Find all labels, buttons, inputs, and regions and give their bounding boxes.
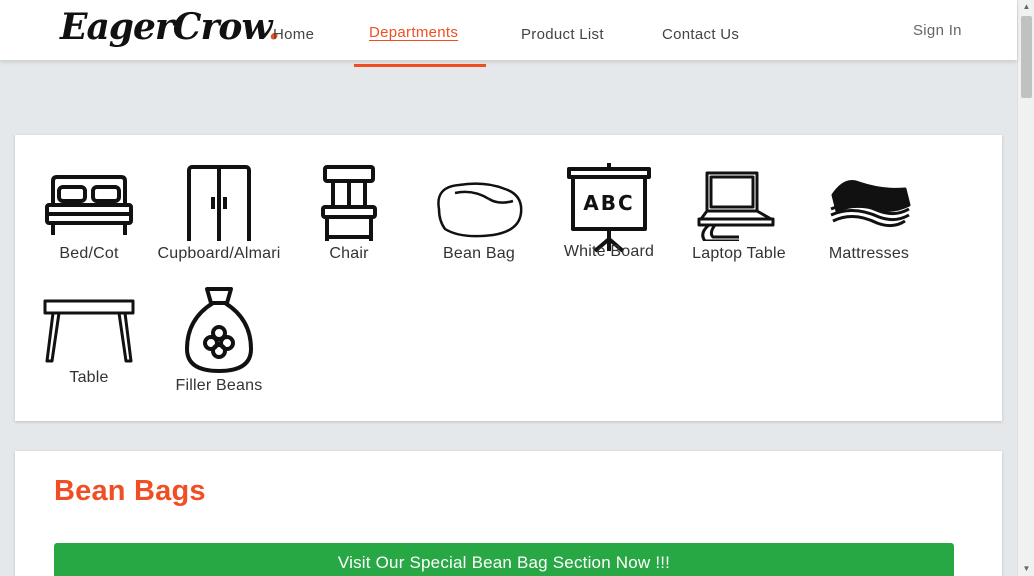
chair-icon (321, 165, 377, 241)
svg-text:ABC: ABC (583, 191, 634, 215)
department-label: Cupboard/Almari (157, 245, 281, 262)
department-cupboard[interactable]: Cupboard/Almari (154, 165, 284, 263)
nav-contact-us[interactable]: Contact Us (662, 26, 739, 43)
section-title: Bean Bags (54, 475, 206, 507)
department-chair[interactable]: Chair (284, 165, 414, 263)
department-label: Bean Bag (443, 245, 515, 262)
department-label: Laptop Table (692, 245, 786, 262)
nav-departments[interactable]: Departments (369, 24, 458, 41)
bed-icon (45, 175, 133, 235)
scroll-down-arrow-icon[interactable]: ▼ (1018, 562, 1034, 576)
scroll-thumb[interactable] (1021, 16, 1032, 98)
department-white-board[interactable]: ABC White Board (544, 163, 674, 261)
top-navbar: EagerCrow. Home Departments Product List… (0, 0, 1017, 60)
nav-home[interactable]: Home (273, 26, 314, 43)
department-filler-beans[interactable]: Filler Beans (154, 285, 284, 395)
department-label: Table (69, 369, 109, 386)
laptop-table-icon (697, 171, 775, 241)
bean-bag-icon (437, 182, 523, 238)
department-table[interactable]: Table (24, 295, 154, 387)
white-board-icon: ABC (567, 163, 651, 253)
sign-in-link[interactable]: Sign In (913, 22, 962, 39)
departments-card: Bed/Cot Cupboard/Almari Chair Bean Bag A… (15, 135, 1002, 421)
mattress-icon (830, 180, 911, 228)
table-icon (43, 299, 135, 363)
department-mattresses[interactable]: Mattresses (804, 165, 934, 263)
cupboard-icon (187, 165, 251, 241)
scroll-up-arrow-icon[interactable]: ▲ (1018, 0, 1034, 14)
visit-bean-bag-section-button[interactable]: Visit Our Special Bean Bag Section Now !… (54, 543, 954, 576)
department-label: White Board (563, 243, 655, 260)
department-label: Bed/Cot (59, 245, 119, 262)
logo-text: EagerCrow (60, 6, 269, 48)
bean-bags-section: Bean Bags Visit Our Special Bean Bag Sec… (15, 451, 1002, 576)
department-laptop-table[interactable]: Laptop Table (674, 165, 804, 263)
site-logo[interactable]: EagerCrow. (60, 6, 280, 48)
department-label: Filler Beans (175, 377, 263, 394)
page-scrollbar[interactable]: ▲ ▼ (1017, 0, 1034, 576)
filler-beans-icon (185, 287, 253, 373)
department-label: Mattresses (828, 245, 910, 262)
nav-product-list[interactable]: Product List (521, 26, 604, 43)
active-nav-indicator (354, 64, 486, 67)
department-label: Chair (329, 245, 369, 262)
department-bed-cot[interactable]: Bed/Cot (24, 165, 154, 263)
department-bean-bag[interactable]: Bean Bag (414, 165, 544, 263)
